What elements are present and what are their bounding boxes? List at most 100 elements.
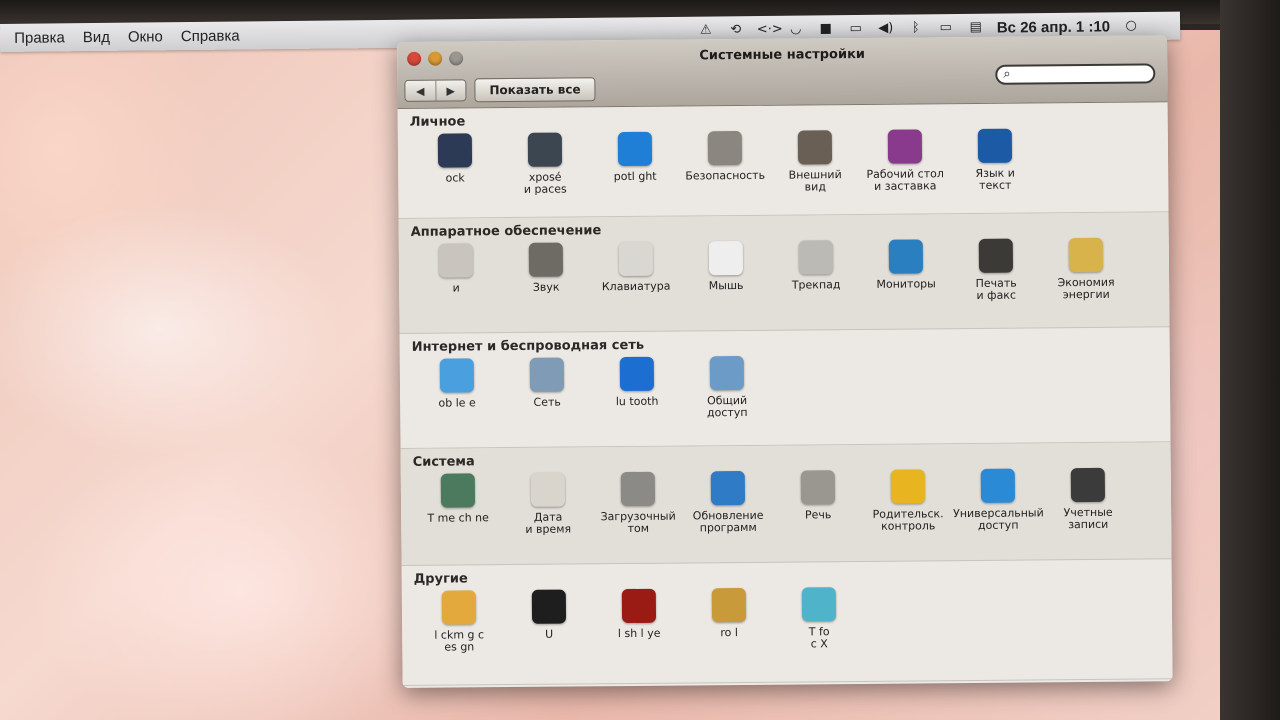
pref-pane-sharing-folder[interactable]: Общий доступ — [682, 355, 773, 420]
show-all-button[interactable]: Показать все — [474, 77, 596, 103]
clock-icon — [530, 472, 566, 507]
growl-icon — [711, 587, 747, 623]
pane-row: ock xposé и paces potl ght Безопасность Внеш… — [410, 127, 1159, 197]
pref-pane-bluetooth[interactable]: lu tooth — [592, 356, 683, 421]
printer-icon — [978, 238, 1014, 273]
pane-label: Печать и факс — [975, 276, 1017, 302]
parental-icon — [890, 469, 926, 504]
section-title: Система — [412, 454, 475, 470]
menu-view[interactable]: Вид — [83, 28, 110, 45]
pane-label: Загрузочный том — [600, 509, 676, 536]
flag-icon — [977, 128, 1013, 163]
menu-window[interactable]: Окно — [128, 28, 163, 45]
bluetooth-icon — [619, 356, 655, 392]
battery-icon[interactable]: ▭ — [937, 20, 955, 35]
pref-pane-parental[interactable]: Родительск. контроль — [863, 469, 954, 533]
time-machine-icon — [440, 473, 476, 508]
speaker-icon — [528, 242, 564, 277]
wifi-icon[interactable]: ◡ — [787, 22, 805, 37]
pref-pane-monitor[interactable]: Мониторы — [861, 239, 952, 303]
pref-pane-spotlight[interactable]: potl ght — [590, 131, 681, 196]
preferences-content: Личное ock xposé и paces potl ght Безопаснос… — [397, 102, 1173, 686]
pref-pane-accounts[interactable]: Учетные записи — [1043, 467, 1134, 532]
pref-pane-bulb[interactable]: Экономия энергии — [1041, 237, 1132, 302]
pref-pane-mobileme[interactable]: ob le e — [412, 358, 503, 422]
back-arrow-icon[interactable]: ◀ — [405, 81, 435, 101]
screen-icon[interactable]: ■ — [817, 21, 835, 36]
pane-label: T me ch ne — [427, 511, 489, 525]
search-field[interactable]: ⌕ — [995, 63, 1156, 85]
sharing-folder-icon — [709, 355, 745, 391]
expose-icon — [527, 132, 563, 167]
pref-pane-globe[interactable]: Сеть — [502, 357, 593, 421]
disk-icon — [620, 471, 656, 507]
dock-icon — [437, 133, 473, 168]
pref-pane-expose[interactable]: xposé и paces — [500, 132, 591, 196]
pref-pane-ntfs[interactable]: T fo c X — [774, 587, 865, 651]
pane-label: и — [452, 281, 460, 295]
pref-pane-flash[interactable]: l sh l ye — [594, 588, 685, 653]
pane-label: Дата и время — [525, 510, 572, 536]
pref-pane-mouse[interactable]: Мышь — [681, 240, 772, 305]
pref-pane-accessibility[interactable]: Универсальный доступ — [953, 468, 1044, 532]
time-machine-status-icon[interactable]: ⟲ — [727, 22, 745, 37]
microphone-icon — [800, 470, 836, 505]
house-lock-icon — [707, 130, 743, 166]
volume-icon[interactable]: ◀) — [877, 21, 895, 36]
pref-pane-time-machine[interactable]: T me ch ne — [413, 473, 504, 537]
back-forward-control: ◀ ▶ — [404, 79, 467, 102]
pref-pane-cd[interactable]: и — [411, 243, 502, 307]
pane-label: potl ght — [613, 169, 657, 184]
section-0: Личное ock xposé и paces potl ght Безопаснос… — [397, 102, 1169, 219]
warning-icon[interactable]: ⚠ — [697, 23, 715, 38]
pref-pane-appearance[interactable]: Внешний вид — [770, 130, 861, 194]
update-icon — [710, 470, 746, 506]
pane-label: lu tooth — [615, 394, 659, 409]
section-title: Другие — [413, 571, 468, 587]
pane-label: Безопасность — [685, 168, 766, 183]
section-title: Личное — [409, 114, 466, 130]
nvidia-icon — [531, 589, 567, 624]
pref-pane-printer[interactable]: Печать и факс — [951, 238, 1042, 302]
pane-label: Рабочий стол и заставка — [866, 167, 944, 193]
forward-arrow-icon[interactable]: ▶ — [434, 80, 466, 101]
display-icon[interactable]: ▭ — [847, 21, 865, 36]
section-3: Система T me ch ne Дата и время Загрузочный… — [400, 442, 1172, 566]
pane-label: T fo c X — [808, 625, 830, 651]
pref-pane-nvidia[interactable]: U — [504, 589, 595, 653]
pane-label: Внешний вид — [788, 168, 842, 194]
pref-pane-growl[interactable]: ro l — [684, 587, 775, 652]
bluetooth-status-icon[interactable]: ᛒ — [907, 20, 925, 35]
pref-pane-keyboard[interactable]: Клавиатура — [591, 241, 682, 306]
menu-clock[interactable]: Вс 26 апр. 1 :10 — [997, 18, 1110, 36]
menu-help[interactable]: Справка — [181, 27, 240, 45]
section-4: Другие l ckm g c es gn Ul sh l ye ro l T fo … — [401, 559, 1173, 686]
pane-label: l ckm g c es gn — [434, 628, 485, 654]
search-input[interactable] — [1017, 65, 1142, 83]
section-title: Аппаратное обеспечение — [410, 223, 602, 240]
pref-pane-disk[interactable]: Загрузочный том — [593, 471, 684, 536]
pane-label: Мониторы — [876, 277, 936, 291]
pref-pane-clock[interactable]: Дата и время — [503, 472, 594, 536]
spotlight-menu-icon[interactable]: ○ — [1122, 18, 1140, 33]
pref-pane-update[interactable]: Обновление программ — [683, 470, 774, 535]
bulb-icon — [1068, 237, 1104, 273]
pane-label: ock — [445, 171, 465, 185]
pref-pane-microphone[interactable]: Речь — [773, 470, 864, 534]
desktop-icon — [887, 129, 923, 164]
pref-pane-flag[interactable]: Язык и текст — [950, 128, 1041, 192]
pref-pane-speaker[interactable]: Звук — [501, 242, 592, 306]
pane-label: Трекпад — [791, 278, 841, 292]
menu-edit[interactable]: Правка — [14, 29, 65, 47]
pref-pane-desktop[interactable]: Рабочий стол и заставка — [860, 129, 951, 193]
pref-pane-overlap[interactable]: l ckm g c es gn — [414, 590, 505, 654]
monitor-icon — [888, 239, 924, 274]
pane-label: U — [545, 627, 554, 641]
pane-label: Клавиатура — [601, 279, 671, 294]
pref-pane-trackpad[interactable]: Трекпад — [771, 240, 862, 304]
sync-icon[interactable]: <·> — [757, 22, 783, 37]
screen-bezel-right — [1220, 0, 1280, 720]
pref-pane-house-lock[interactable]: Безопасность — [680, 130, 771, 195]
pref-pane-dock[interactable]: ock — [410, 133, 501, 197]
flag-us-icon[interactable]: ▤ — [967, 20, 985, 35]
